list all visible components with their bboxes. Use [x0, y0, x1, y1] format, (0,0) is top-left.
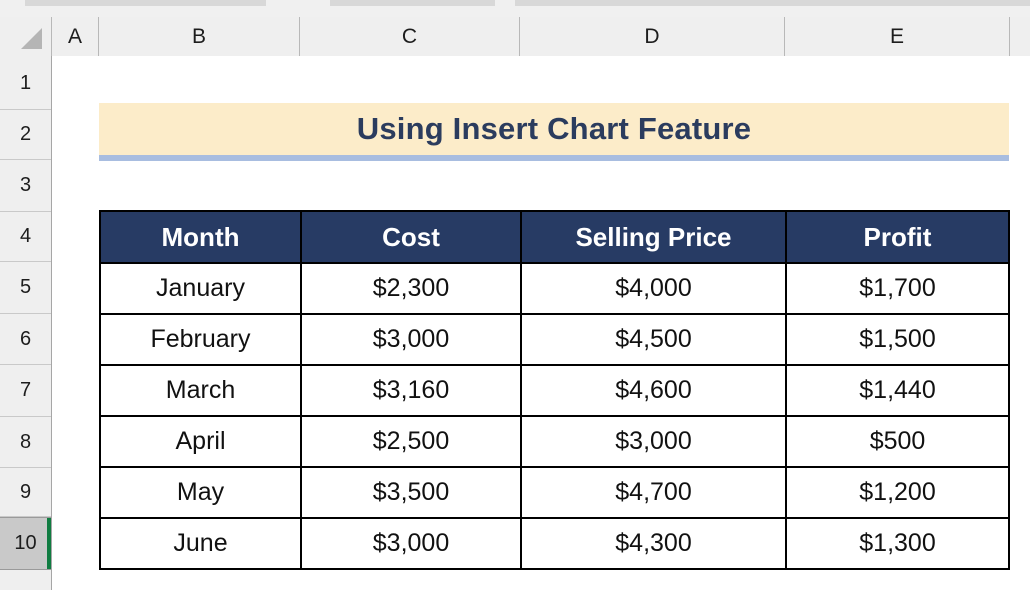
cell-selling-price-2[interactable]: $4,500 — [521, 314, 786, 365]
table-header: MonthCostSelling PriceProfit — [100, 211, 1009, 263]
table-row: March$3,160$4,600$1,440 — [100, 365, 1009, 416]
spreadsheet-window: ABCDE 1 2 3 4 5 6 7 8 9 10 Using Insert Chart Fea… — [0, 0, 1030, 590]
table-column-header-month: Month — [100, 211, 301, 263]
cell-selling-price-6[interactable]: $4,300 — [521, 518, 786, 569]
row-header-1[interactable]: 1 — [0, 57, 51, 110]
table-row: May$3,500$4,700$1,200 — [100, 467, 1009, 518]
row-header-7[interactable]: 7 — [0, 365, 51, 417]
select-all-triangle-icon — [21, 28, 42, 49]
row-header-label: 6 — [20, 328, 31, 351]
column-header-a[interactable]: A — [52, 17, 99, 56]
table-row: February$3,000$4,500$1,500 — [100, 314, 1009, 365]
row-header-label: 9 — [20, 481, 31, 504]
row-header-3[interactable]: 3 — [0, 160, 51, 212]
cell-month-6[interactable]: June — [100, 518, 301, 569]
table-header-row: MonthCostSelling PriceProfit — [100, 211, 1009, 263]
row-header-label: 8 — [20, 431, 31, 454]
cell-month-3[interactable]: March — [100, 365, 301, 416]
ribbon-strip-0 — [25, 0, 266, 6]
row-header-2[interactable]: 2 — [0, 110, 51, 160]
data-table[interactable]: MonthCostSelling PriceProfit January$2,3… — [99, 210, 1010, 570]
row-selection-indicator — [47, 518, 51, 569]
cell-month-1[interactable]: January — [100, 263, 301, 314]
cell-selling-price-4[interactable]: $3,000 — [521, 416, 786, 467]
cell-cost-1[interactable]: $2,300 — [301, 263, 521, 314]
select-all-button[interactable] — [0, 17, 52, 56]
cell-profit-2[interactable]: $1,500 — [786, 314, 1009, 365]
table-column-header-profit: Profit — [786, 211, 1009, 263]
table-column-header-cost: Cost — [301, 211, 521, 263]
row-header-label: 4 — [20, 225, 31, 248]
cell-profit-4[interactable]: $500 — [786, 416, 1009, 467]
table-row: June$3,000$4,300$1,300 — [100, 518, 1009, 569]
cell-profit-5[interactable]: $1,200 — [786, 467, 1009, 518]
cell-selling-price-5[interactable]: $4,700 — [521, 467, 786, 518]
row-header-label: 2 — [20, 123, 31, 146]
cell-cost-6[interactable]: $3,000 — [301, 518, 521, 569]
row-header-8[interactable]: 8 — [0, 417, 51, 468]
cell-month-5[interactable]: May — [100, 467, 301, 518]
title-banner[interactable]: Using Insert Chart Feature — [99, 103, 1009, 161]
column-header-e[interactable]: E — [785, 17, 1010, 56]
table-row: January$2,300$4,000$1,700 — [100, 263, 1009, 314]
cell-cost-4[interactable]: $2,500 — [301, 416, 521, 467]
cell-profit-3[interactable]: $1,440 — [786, 365, 1009, 416]
cell-profit-6[interactable]: $1,300 — [786, 518, 1009, 569]
row-header-label: 7 — [20, 379, 31, 402]
column-header-d[interactable]: D — [520, 17, 785, 56]
row-header-6[interactable]: 6 — [0, 314, 51, 365]
row-header-10[interactable]: 10 — [0, 517, 51, 570]
cell-cost-3[interactable]: $3,160 — [301, 365, 521, 416]
table-row: April$2,500$3,000$500 — [100, 416, 1009, 467]
sheet-canvas[interactable]: Using Insert Chart Feature MonthCostSell… — [52, 56, 1030, 590]
page-title: Using Insert Chart Feature — [357, 111, 752, 147]
row-header-label: 3 — [20, 174, 31, 197]
cell-month-2[interactable]: February — [100, 314, 301, 365]
cell-selling-price-1[interactable]: $4,000 — [521, 263, 786, 314]
row-header-label: 10 — [14, 532, 36, 555]
cell-cost-5[interactable]: $3,500 — [301, 467, 521, 518]
cell-month-4[interactable]: April — [100, 416, 301, 467]
ribbon-strip-2 — [515, 0, 1030, 6]
row-header-5[interactable]: 5 — [0, 262, 51, 314]
ribbon-strip-1 — [330, 0, 495, 6]
cell-cost-2[interactable]: $3,000 — [301, 314, 521, 365]
cell-profit-1[interactable]: $1,700 — [786, 263, 1009, 314]
cell-selling-price-3[interactable]: $4,600 — [521, 365, 786, 416]
row-header-label: 5 — [20, 276, 31, 299]
row-header-9[interactable]: 9 — [0, 468, 51, 517]
row-header-label: 1 — [20, 72, 31, 95]
table-body: January$2,300$4,000$1,700February$3,000$… — [100, 263, 1009, 569]
column-header-c[interactable]: C — [300, 17, 520, 56]
row-header-4[interactable]: 4 — [0, 212, 51, 262]
column-header-b[interactable]: B — [99, 17, 300, 56]
table-column-header-selling-price: Selling Price — [521, 211, 786, 263]
